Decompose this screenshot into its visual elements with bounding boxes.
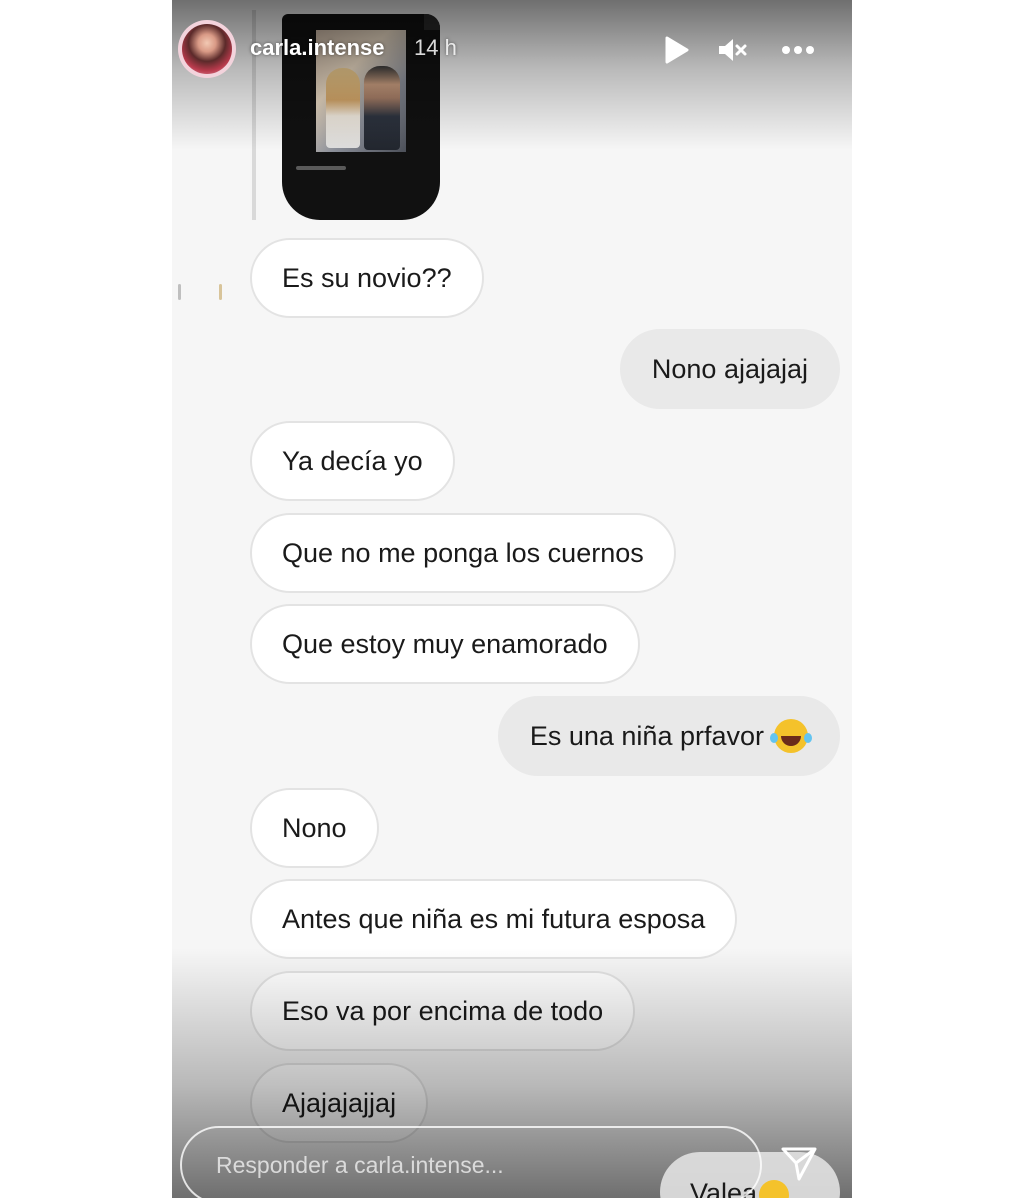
message-bubble-incoming: Antes que niña es mi futura esposa	[250, 879, 738, 959]
post-time: 14 h	[414, 35, 457, 60]
typing-indicator	[178, 284, 222, 300]
message-bubble-outgoing: Nono ajajajaj	[619, 329, 840, 409]
message-text: Que estoy muy enamorado	[282, 628, 608, 659]
avatar-image	[182, 24, 232, 74]
message-bubble-incoming: Ya decía yo	[250, 421, 455, 501]
story-header: carla.intense 14 h	[172, 0, 852, 100]
page: Es su novio?? Nono ajajajaj Ya decía yo …	[0, 0, 1024, 1198]
story-viewer: Es su novio?? Nono ajajajaj Ya decía yo …	[172, 0, 852, 1198]
reply-placeholder: Responder a carla.intense...	[216, 1152, 504, 1178]
message-text: Que no me ponga los cuernos	[282, 537, 644, 568]
message-text: Ajajajajjaj	[282, 1087, 397, 1118]
message-text: Antes que niña es mi futura esposa	[282, 903, 706, 934]
play-icon[interactable]	[656, 30, 696, 70]
message-bubble-incoming: Nono	[250, 788, 379, 868]
reply-input[interactable]: Responder a carla.intense...	[180, 1126, 762, 1198]
message-text: Ya decía yo	[282, 445, 423, 476]
message-bubble-incoming: Es su novio??	[250, 238, 484, 318]
message-text: Nono	[282, 812, 347, 843]
message-text: Nono ajajajaj	[651, 353, 808, 384]
avatar[interactable]	[178, 20, 236, 78]
post-caption-text	[296, 166, 346, 170]
message-bubble-incoming: Que estoy muy enamorado	[250, 604, 640, 684]
message-text: Es su novio??	[282, 262, 452, 293]
message-bubble-incoming: Eso va por encima de todo	[250, 971, 636, 1051]
tears-of-joy-emoji-icon	[770, 719, 808, 753]
message-text: Es una niña prfavor	[529, 720, 764, 751]
mute-icon[interactable]	[712, 30, 752, 70]
message-bubble-outgoing: Es una niña prfavor	[497, 696, 840, 776]
more-icon[interactable]	[778, 30, 818, 70]
message-bubble-incoming: Que no me ponga los cuernos	[250, 513, 676, 593]
message-text: Eso va por encima de todo	[282, 995, 604, 1026]
username[interactable]: carla.intense	[250, 35, 385, 61]
send-icon[interactable]	[776, 1140, 822, 1186]
